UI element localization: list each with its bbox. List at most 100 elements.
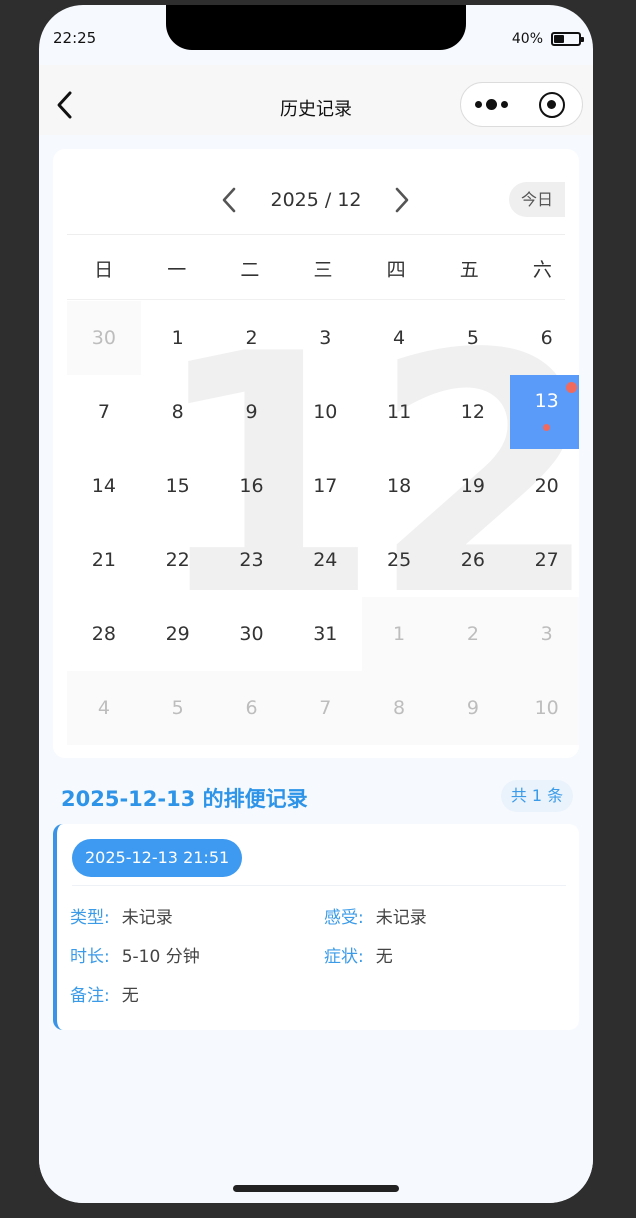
weekday-label: 四 — [386, 259, 406, 281]
day-number: 15 — [165, 475, 190, 497]
calendar-day-other-month[interactable]: 30 — [67, 301, 141, 375]
navigation-bar: 历史记录 — [39, 65, 593, 135]
weekday-label: 二 — [240, 259, 260, 281]
day-number: 31 — [313, 623, 338, 645]
calendar-day[interactable]: 3 — [288, 301, 362, 375]
day-number: 2 — [466, 623, 479, 645]
symptom-value: 无 — [375, 947, 393, 967]
day-number: 1 — [393, 623, 406, 645]
calendar-day[interactable]: 23 — [215, 523, 289, 597]
calendar-day[interactable]: 29 — [141, 597, 215, 671]
calendar-day[interactable]: 14 — [67, 449, 141, 523]
type-value: 未记录 — [121, 908, 173, 928]
day-number: 7 — [97, 401, 110, 423]
feeling-field: 感受: 未记录 — [324, 903, 427, 928]
day-number: 2 — [245, 327, 258, 349]
more-icon[interactable] — [475, 97, 511, 111]
day-number: 3 — [319, 327, 332, 349]
calendar-day[interactable]: 28 — [67, 597, 141, 671]
calendar-day[interactable]: 4 — [362, 301, 436, 375]
calendar-day[interactable]: 6 — [510, 301, 579, 375]
days-grid: 30 1 2 3 4 5 6 7 8 9 10 11 12 13 14 15 16 17 18 19 20 21 22 23 2… — [67, 301, 579, 745]
records-count-badge: 共 1 条 — [501, 780, 573, 812]
calendar-day[interactable]: 17 — [288, 449, 362, 523]
chevron-left-icon — [222, 187, 236, 213]
battery-level — [554, 35, 564, 43]
note-value: 无 — [121, 986, 139, 1006]
day-number: 14 — [91, 475, 116, 497]
calendar-day[interactable]: 26 — [436, 523, 510, 597]
calendar-day[interactable]: 16 — [215, 449, 289, 523]
calendar-day[interactable]: 5 — [436, 301, 510, 375]
prev-month-button[interactable] — [218, 186, 240, 214]
notch — [166, 5, 466, 50]
day-number: 28 — [91, 623, 116, 645]
day-number: 7 — [319, 697, 332, 719]
note-label: 备注: — [70, 986, 110, 1006]
day-number: 9 — [466, 697, 479, 719]
next-month-button[interactable] — [391, 186, 413, 214]
close-miniprogram-icon[interactable] — [539, 92, 565, 118]
calendar-day[interactable]: 1 — [141, 301, 215, 375]
day-number: 27 — [534, 549, 559, 571]
type-field: 类型: 未记录 — [70, 903, 173, 928]
day-number: 23 — [239, 549, 264, 571]
calendar-day[interactable]: 19 — [436, 449, 510, 523]
calendar-day-other-month[interactable]: 10 — [509, 671, 579, 745]
duration-label: 时长: — [70, 947, 110, 967]
calendar-day-other-month[interactable]: 5 — [140, 671, 215, 745]
feeling-label: 感受: — [324, 908, 364, 928]
calendar-day[interactable]: 30 — [215, 597, 289, 671]
calendar-day-other-month[interactable]: 3 — [509, 597, 579, 671]
calendar-day[interactable]: 25 — [362, 523, 436, 597]
weekday-divider — [67, 299, 565, 300]
status-time: 22:25 — [53, 29, 97, 47]
calendar-day[interactable]: 11 — [362, 375, 436, 449]
day-number: 17 — [313, 475, 338, 497]
day-number: 5 — [466, 327, 479, 349]
day-number: 6 — [540, 327, 553, 349]
day-number: 24 — [313, 549, 338, 571]
calendar-day-other-month[interactable]: 2 — [435, 597, 510, 671]
calendar-day-other-month[interactable]: 6 — [214, 671, 289, 745]
duration-field: 时长: 5-10 分钟 — [70, 942, 200, 967]
calendar-day[interactable]: 21 — [67, 523, 141, 597]
calendar-day[interactable]: 15 — [141, 449, 215, 523]
day-number: 22 — [165, 549, 190, 571]
record-card[interactable]: 2025-12-13 21:51 类型: 未记录 感受: 未记录 时长: 5-10 分… — [53, 824, 579, 1030]
today-button[interactable]: 今日 — [509, 182, 565, 217]
calendar-day[interactable]: 22 — [141, 523, 215, 597]
weekday-label: 一 — [167, 259, 187, 281]
calendar-day[interactable]: 18 — [362, 449, 436, 523]
day-number: 19 — [460, 475, 485, 497]
day-number: 26 — [460, 549, 485, 571]
calendar-day[interactable]: 20 — [510, 449, 579, 523]
type-label: 类型: — [70, 908, 110, 928]
calendar-day-other-month[interactable]: 9 — [435, 671, 510, 745]
calendar-day-other-month[interactable]: 7 — [288, 671, 363, 745]
day-number: 9 — [245, 401, 258, 423]
weekday-row: 日一二三四五六 — [67, 255, 579, 282]
record-marker-dot — [565, 382, 577, 393]
calendar-card: 12 2025 / 12 今日 日一二三四五六 30 1 2 3 4 5 6 7 8 9 10 11 1… — [53, 149, 579, 758]
chevron-right-icon — [395, 187, 409, 213]
calendar-day[interactable]: 12 — [436, 375, 510, 449]
day-number: 10 — [313, 401, 338, 423]
record-indicator-dot — [542, 424, 550, 431]
calendar-day[interactable]: 27 — [510, 523, 579, 597]
calendar-day[interactable]: 7 — [67, 375, 141, 449]
header-divider — [67, 234, 565, 235]
calendar-day-other-month[interactable]: 1 — [362, 597, 436, 671]
calendar-day[interactable]: 2 — [215, 301, 289, 375]
weekday-label: 五 — [459, 259, 479, 281]
calendar-day[interactable]: 8 — [141, 375, 215, 449]
calendar-day[interactable]: 9 — [215, 375, 289, 449]
calendar-day-selected[interactable]: 13 — [509, 375, 579, 449]
note-field: 备注: 无 — [70, 981, 139, 1006]
calendar-day-other-month[interactable]: 8 — [362, 671, 436, 745]
calendar-day-other-month[interactable]: 4 — [67, 671, 141, 745]
calendar-day[interactable]: 10 — [288, 375, 362, 449]
calendar-day[interactable]: 24 — [288, 523, 362, 597]
calendar-day[interactable]: 31 — [288, 597, 362, 671]
day-number: 25 — [386, 549, 412, 571]
